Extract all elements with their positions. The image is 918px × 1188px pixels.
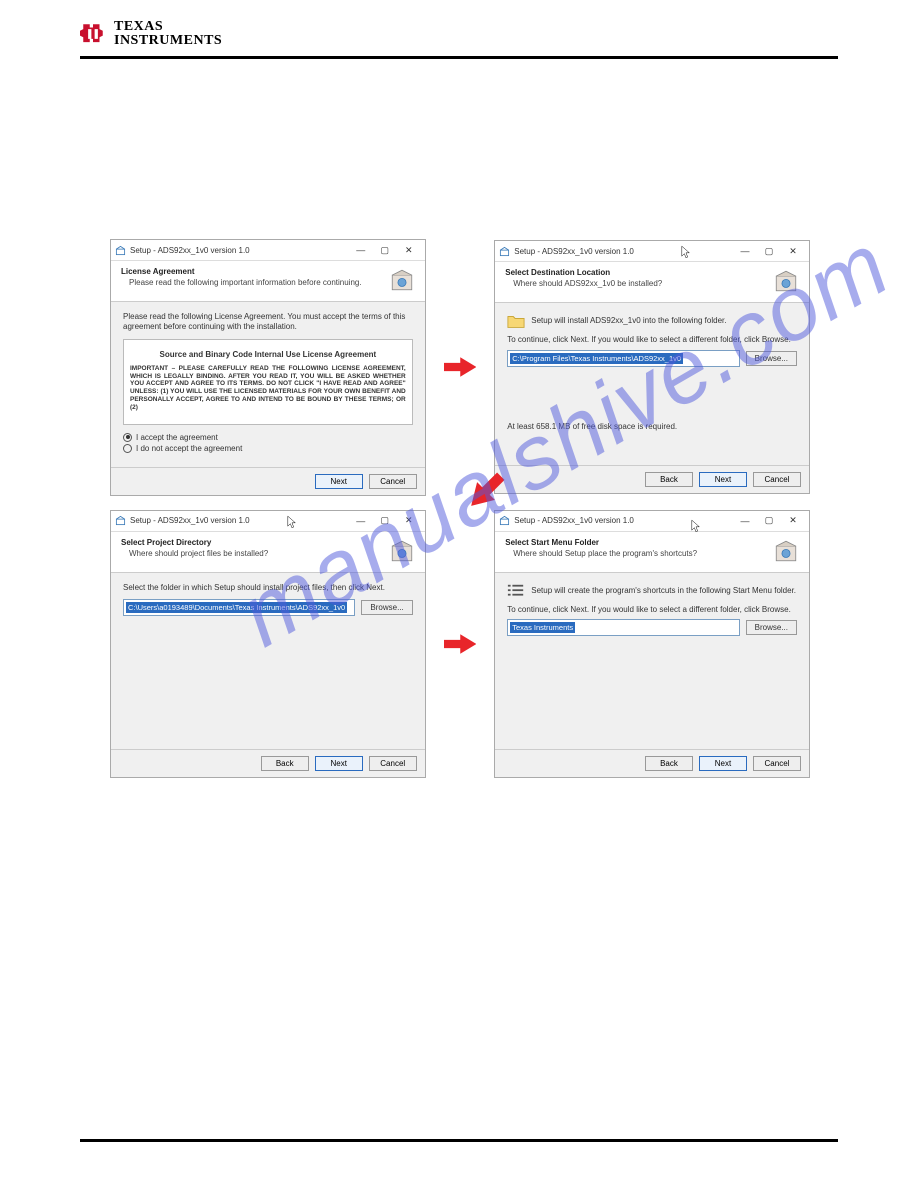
browse-button[interactable]: Browse... [361,600,412,615]
window-title: Setup - ADS92xx_1v0 version 1.0 [130,246,345,255]
cancel-button[interactable]: Cancel [753,756,801,771]
titlebar: Setup - ADS92xx_1v0 version 1.0 — ▢ ✕ [495,241,809,262]
package-icon [389,267,415,293]
ti-logo-icon [80,21,106,47]
setup-app-icon [499,515,510,526]
license-title: Source and Binary Code Internal Use Lice… [130,346,406,365]
brand-text: TEXAS INSTRUMENTS [114,20,222,48]
dialog-heading: Select Project Directory [121,538,389,547]
radio-decline-label: I do not accept the agreement [136,444,242,453]
path-value: C:\Program Files\Texas Instruments\ADS92… [510,353,683,364]
back-button[interactable]: Back [261,756,309,771]
package-icon [389,538,415,564]
continue-text: To continue, click Next. If you would li… [507,605,797,615]
footer-rule [80,1139,838,1142]
list-icon [507,583,525,599]
cursor-icon [691,519,701,533]
next-button[interactable]: Next [315,756,363,771]
setup-app-icon [115,515,126,526]
titlebar: Setup - ADS92xx_1v0 version 1.0 — ▢ ✕ [111,511,425,532]
minimize-button[interactable]: — [733,244,757,258]
cursor-icon [681,245,691,259]
path-value: C:\Users\a0193489\Documents\Texas Instru… [126,602,347,613]
dialog-destination-location: Setup - ADS92xx_1v0 version 1.0 — ▢ ✕ Se… [494,240,810,494]
close-button[interactable]: ✕ [397,243,421,257]
dialog-subheading: Please read the following important info… [121,278,389,287]
window-title: Setup - ADS92xx_1v0 version 1.0 [514,247,729,256]
back-button[interactable]: Back [645,472,693,487]
browse-button[interactable]: Browse... [746,620,797,635]
titlebar: Setup - ADS92xx_1v0 version 1.0 — ▢ ✕ [495,511,809,532]
next-button[interactable]: Next [699,756,747,771]
dialog-start-menu-folder: Setup - ADS92xx_1v0 version 1.0 — ▢ ✕ Se… [494,510,810,778]
browse-button[interactable]: Browse... [746,351,797,366]
maximize-button[interactable]: ▢ [757,244,781,258]
startmenu-path-input[interactable]: Texas Instruments [507,619,739,636]
license-body: IMPORTANT – PLEASE CAREFULLY READ THE FO… [130,365,406,412]
maximize-button[interactable]: ▢ [757,514,781,528]
maximize-button[interactable]: ▢ [373,514,397,528]
install-info: Setup will install ADS92xx_1v0 into the … [531,316,726,326]
setup-app-icon [115,245,126,256]
package-icon [773,538,799,564]
maximize-button[interactable]: ▢ [373,243,397,257]
cancel-button[interactable]: Cancel [753,472,801,487]
folder-icon [507,313,525,329]
dialog-license-agreement: Setup - ADS92xx_1v0 version 1.0 — ▢ ✕ Li… [110,239,426,496]
dialog-heading: License Agreement [121,267,389,276]
project-instruction: Select the folder in which Setup should … [123,583,413,593]
minimize-button[interactable]: — [349,243,373,257]
minimize-button[interactable]: — [349,514,373,528]
brand-line2: INSTRUMENTS [114,34,222,48]
cancel-button[interactable]: Cancel [369,756,417,771]
license-instruction: Please read the following License Agreem… [123,312,413,333]
package-icon [773,268,799,294]
project-path-input[interactable]: C:\Users\a0193489\Documents\Texas Instru… [123,599,355,616]
close-button[interactable]: ✕ [781,514,805,528]
license-text-box[interactable]: Source and Binary Code Internal Use Lice… [123,339,413,425]
brand-line1: TEXAS [114,20,222,34]
radio-icon [123,444,132,453]
destination-path-input[interactable]: C:\Program Files\Texas Instruments\ADS92… [507,350,739,367]
next-button[interactable]: Next [315,474,363,489]
cancel-button[interactable]: Cancel [369,474,417,489]
dialog-subheading: Where should project files be installed? [121,549,389,558]
dialog-subheading: Where should ADS92xx_1v0 be installed? [505,279,773,288]
path-value: Texas Instruments [510,622,575,633]
close-button[interactable]: ✕ [781,244,805,258]
page-header: TEXAS INSTRUMENTS [80,20,838,59]
next-button[interactable]: Next [699,472,747,487]
window-title: Setup - ADS92xx_1v0 version 1.0 [130,516,345,525]
arrow-right-icon [444,631,477,657]
back-button[interactable]: Back [645,756,693,771]
titlebar: Setup - ADS92xx_1v0 version 1.0 — ▢ ✕ [111,240,425,261]
close-button[interactable]: ✕ [397,514,421,528]
radio-icon [123,433,132,442]
minimize-button[interactable]: — [733,514,757,528]
disk-space-text: At least 658.1 MB of free disk space is … [507,422,677,431]
continue-text: To continue, click Next. If you would li… [507,335,797,345]
setup-app-icon [499,246,510,257]
dialog-subheading: Where should Setup place the program's s… [505,549,773,558]
arrow-right-icon [444,354,477,380]
radio-decline[interactable]: I do not accept the agreement [123,444,413,453]
dialog-heading: Select Start Menu Folder [505,538,773,547]
radio-accept[interactable]: I accept the agreement [123,433,413,442]
startmenu-info: Setup will create the program's shortcut… [531,586,796,596]
radio-accept-label: I accept the agreement [136,433,218,442]
dialog-heading: Select Destination Location [505,268,773,277]
cursor-icon [287,515,297,529]
dialog-project-directory: Setup - ADS92xx_1v0 version 1.0 — ▢ ✕ Se… [110,510,426,778]
